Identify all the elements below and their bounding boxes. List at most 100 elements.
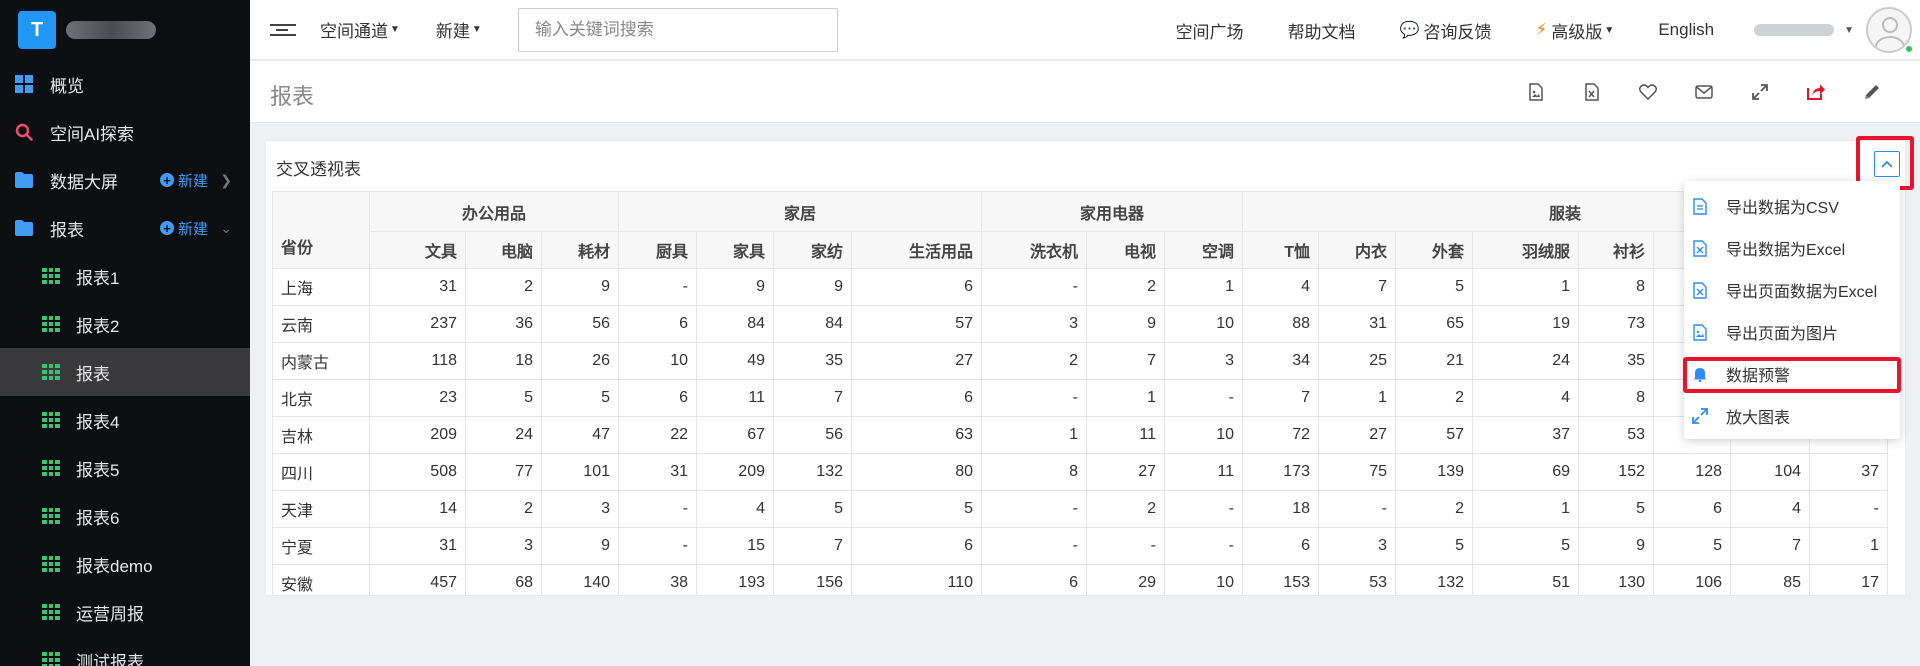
sidebar-subitem-label: 运营周报 [76, 604, 144, 624]
new-report-button[interactable]: + 新建 [159, 218, 208, 239]
pivot-table-card: 交叉透视表 省份 办公用品 家居 家用电器 服装 文具 电脑 耗材 厨具 家具 家纺 生活用… [265, 140, 1906, 596]
value-cell: 209 [369, 416, 466, 454]
value-cell: 7 [1730, 527, 1810, 565]
sidebar-subitem-report2[interactable]: 报表2 [0, 300, 250, 348]
value-cell: 4 [1472, 379, 1579, 417]
value-cell: - [1086, 527, 1165, 565]
brand-logo[interactable]: T [18, 11, 56, 49]
column-header: 电脑 [465, 231, 542, 269]
bolt-icon: ⚡ [1535, 20, 1548, 39]
value-cell: 5 [1472, 527, 1579, 565]
sidebar-subitem-test-report[interactable]: 测试报表 [0, 636, 250, 666]
menu-item-export-csv[interactable]: 导出数据为CSV [1684, 185, 1900, 227]
value-cell: 11 [696, 379, 774, 417]
value-cell: 1 [1472, 490, 1579, 528]
value-cell: 10 [1164, 305, 1243, 343]
value-cell: 6 [618, 305, 697, 343]
value-cell: 3 [1164, 342, 1243, 380]
sidebar-subitem-report5[interactable]: 报表5 [0, 444, 250, 492]
username-blurred[interactable] [1754, 24, 1835, 36]
help-docs-link[interactable]: 帮助文档 [1288, 18, 1356, 43]
pivot-table-container[interactable]: 省份 办公用品 家居 家用电器 服装 文具 电脑 耗材 厨具 家具 家纺 生活用品 洗衣机 电视… [272, 191, 1904, 595]
value-cell: 26 [541, 342, 619, 380]
province-cell: 吉林 [272, 416, 370, 454]
value-cell: 22 [618, 416, 697, 454]
value-cell: 84 [773, 305, 852, 343]
sidebar-subitem-label: 报表6 [76, 508, 120, 528]
plus-icon: + [159, 173, 174, 187]
sidebar-subitem-report-demo[interactable]: 报表demo [0, 540, 250, 588]
menu-item-export-excel[interactable]: 导出数据为Excel [1684, 227, 1900, 269]
pivot-table: 省份 办公用品 家居 家用电器 服装 文具 电脑 耗材 厨具 家具 家纺 生活用品 洗衣机 电视… [272, 191, 1888, 595]
menu-item-enlarge-chart[interactable]: 放大图表 [1684, 395, 1900, 437]
export-image-icon[interactable] [1508, 77, 1564, 107]
sidebar-item-overview[interactable]: 概览 [0, 60, 250, 108]
value-cell: 2 [981, 342, 1087, 380]
fullscreen-icon[interactable] [1732, 77, 1788, 107]
value-cell: 152 [1578, 453, 1654, 491]
caret-down-icon: ▼ [390, 24, 400, 35]
sidebar-subitem-report1[interactable]: 报表1 [0, 252, 250, 300]
column-header: 内衣 [1318, 231, 1396, 269]
column-header: 空调 [1164, 231, 1243, 269]
sidebar-subitem-report-active[interactable]: 报表 [0, 348, 250, 396]
table-row: 上海 31 2 9-9 9 6-2 1 4 7 5 1 8 [272, 268, 1888, 306]
edit-pencil-icon[interactable] [1844, 77, 1900, 107]
sidebar-item-big-screen[interactable]: 数据大屏 + 新建 ❯ [0, 156, 250, 204]
table-grid-icon [42, 652, 60, 666]
value-cell: 65 [1395, 305, 1473, 343]
province-cell: 四川 [272, 453, 370, 491]
new-menu[interactable]: 新建 ▼ [436, 17, 482, 42]
sidebar-subitem-weekly-ops[interactable]: 运营周报 [0, 588, 250, 636]
column-header: 家纺 [773, 231, 852, 269]
value-cell: 72 [1242, 416, 1319, 454]
chevron-down-icon[interactable]: ⌄ [220, 220, 232, 237]
caret-down-icon[interactable]: ▼ [1844, 25, 1854, 36]
sidebar-item-reports[interactable]: 报表 + 新建 ⌄ [0, 204, 250, 252]
value-cell: 3 [981, 305, 1087, 343]
value-cell: 88 [1242, 305, 1319, 343]
mail-icon[interactable] [1676, 77, 1732, 107]
menu-toggle-icon[interactable] [270, 23, 296, 36]
sidebar-item-ai-explore[interactable]: 空间AI探索 [0, 108, 250, 156]
share-icon[interactable] [1788, 77, 1844, 107]
chevron-right-icon[interactable]: ❯ [220, 172, 232, 189]
column-header: T恤 [1242, 231, 1319, 269]
space-plaza-link[interactable]: 空间广场 [1176, 18, 1244, 43]
value-cell: - [981, 527, 1087, 565]
brand[interactable]: T [0, 0, 250, 60]
advanced-label: 高级版 [1551, 22, 1603, 42]
export-excel-icon[interactable] [1564, 77, 1620, 107]
favorite-heart-icon[interactable] [1620, 77, 1676, 107]
page-title: 报表 [270, 84, 315, 109]
value-cell: 53 [1578, 416, 1654, 454]
plus-icon: + [159, 221, 174, 235]
space-channel-menu[interactable]: 空间通道 ▼ [320, 17, 400, 42]
new-big-screen-button[interactable]: + 新建 [159, 170, 208, 191]
province-cell: 上海 [272, 268, 370, 306]
value-cell: 8 [981, 453, 1087, 491]
menu-item-export-page-image[interactable]: 导出页面为图片 [1684, 311, 1900, 353]
province-cell: 内蒙古 [272, 342, 370, 380]
page-header: 报表 [250, 61, 1920, 123]
search-input[interactable] [517, 7, 838, 52]
value-cell: 14 [369, 490, 466, 528]
value-cell: 5 [1395, 268, 1473, 306]
value-cell: 5 [1395, 527, 1473, 565]
sidebar-subitem-report6[interactable]: 报表6 [0, 492, 250, 540]
value-cell: 35 [1578, 342, 1654, 380]
sidebar-subitem-report4[interactable]: 报表4 [0, 396, 250, 444]
menu-item-label: 导出页面为图片 [1726, 326, 1839, 343]
value-cell: 57 [851, 305, 982, 343]
feedback-link[interactable]: 💬 咨询反馈 [1400, 18, 1492, 43]
folder-icon [14, 170, 34, 190]
sidebar-subitem-label: 报表 [76, 364, 110, 384]
value-cell: 457 [369, 564, 466, 595]
value-cell: 84 [696, 305, 774, 343]
advanced-edition-menu[interactable]: ⚡ 高级版 ▼ [1535, 18, 1614, 43]
value-cell: 10 [618, 342, 697, 380]
language-switch[interactable]: English [1658, 20, 1714, 40]
value-cell: 7 [773, 527, 852, 565]
menu-item-export-page-excel[interactable]: 导出页面数据为Excel [1684, 269, 1900, 311]
row-header-province: 省份 [272, 191, 370, 269]
